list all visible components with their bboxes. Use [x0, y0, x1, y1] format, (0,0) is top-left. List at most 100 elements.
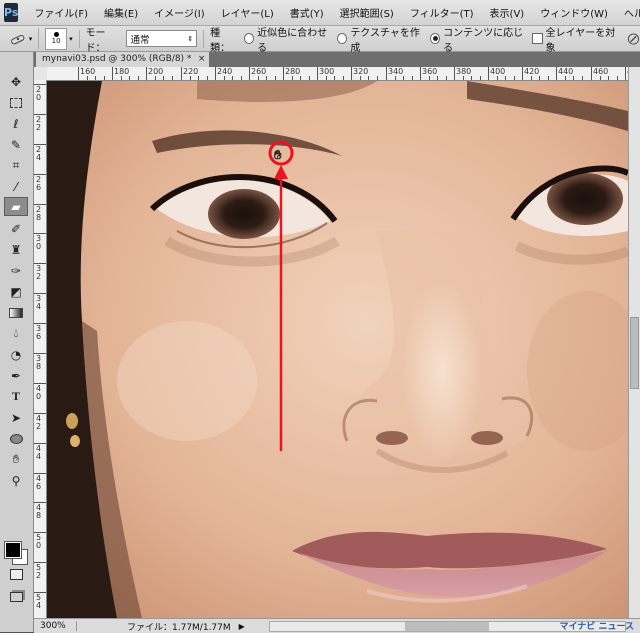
menu-filter[interactable]: フィルター(T) [402, 5, 482, 20]
vertical-scrollbar[interactable] [628, 67, 640, 618]
blur-tool[interactable]: 💧︎ [4, 324, 28, 343]
eraser-tool[interactable]: ◩ [4, 282, 28, 301]
ruler-minor-tick [395, 76, 396, 80]
screen-mode-button[interactable] [4, 590, 28, 604]
ruler-label: 300 [319, 67, 335, 76]
ruler-label: 200 [148, 67, 164, 76]
ellipse-tool[interactable] [4, 429, 28, 448]
blur-icon: 💧︎ [13, 326, 19, 340]
ruler-tick [556, 67, 557, 80]
horizontal-ruler[interactable]: 160 180 200 220 240 260 280 300 320 340 360 380 400 4… [47, 67, 628, 81]
ruler-label: 260 [251, 67, 267, 76]
move-tool[interactable]: ✥ [4, 72, 28, 91]
screen-mode-icon [9, 592, 23, 602]
brush-size-picker[interactable]: 10 ▾ [45, 27, 73, 50]
menu-select[interactable]: 選択範囲(S) [332, 5, 402, 20]
clone-stamp-tool[interactable]: ♜ [4, 240, 28, 259]
ruler-minor-tick [429, 76, 430, 80]
ruler-minor-tick [163, 76, 164, 80]
quick-select-tool[interactable]: ✎ [4, 135, 28, 154]
menu-file[interactable]: ファイル(F) [26, 5, 96, 20]
radio-content-aware[interactable] [429, 33, 441, 44]
quick-mask-icon [9, 568, 23, 580]
menu-view[interactable]: 表示(V) [482, 5, 533, 20]
crop-tool[interactable]: ⌗ [4, 156, 28, 175]
scrollbar-thumb[interactable] [405, 622, 489, 631]
radio-create-texture[interactable] [337, 33, 348, 44]
quick-mask-button[interactable] [4, 567, 28, 581]
foreground-color-swatch[interactable] [4, 541, 22, 559]
scrollbar-thumb[interactable] [630, 317, 639, 389]
tool-preset-picker[interactable]: ▾ [3, 28, 40, 49]
ruler-label: 5 2 [36, 563, 42, 580]
sample-all-layers-checkbox[interactable] [532, 33, 543, 44]
ruler-tick [625, 67, 626, 80]
toolbox: ✥ ℓ ✎ ⌗ ⁄ ▰ ✐ ♜ ✑ ◩ 💧︎ ◔ ✒ T ➤ ✋︎ ⚲ [0, 52, 34, 632]
ruler-origin[interactable] [34, 67, 48, 81]
mode-select[interactable]: 通常 ⇕ [126, 30, 198, 47]
spot-healing-brush-tool[interactable]: ▰ [4, 197, 28, 216]
menu-window[interactable]: ウィンドウ(W) [532, 5, 616, 20]
ruler-minor-tick [224, 76, 225, 80]
ruler-tick [283, 67, 284, 80]
document-tab[interactable]: mynavi03.psd @ 300% (RGB/8) * × [36, 52, 210, 67]
dodge-tool[interactable]: ◔ [4, 345, 28, 364]
radio-proximity-match[interactable] [243, 33, 255, 44]
marquee-tool[interactable] [4, 93, 28, 112]
ruler-minor-tick [531, 76, 532, 80]
ruler-minor-tick [104, 76, 105, 80]
ruler-tick [181, 67, 182, 80]
document-canvas[interactable]: ✋︎ [47, 81, 628, 618]
ruler-minor-tick [326, 76, 327, 80]
ruler-tick [591, 67, 592, 80]
ruler-tick [386, 67, 387, 80]
gradient-tool[interactable] [4, 303, 28, 322]
menu-bar: Ps ファイル(F) 編集(E) イメージ(I) レイヤー(L) 書式(Y) 選… [0, 0, 640, 26]
chevron-updown-icon: ⇕ [187, 34, 194, 43]
pressure-icon[interactable] [627, 32, 640, 46]
ruler-minor-tick [412, 76, 413, 80]
document-title: mynavi03.psd @ 300% (RGB/8) * [42, 54, 192, 64]
lasso-tool[interactable]: ℓ [4, 114, 28, 133]
ruler-tick [317, 67, 318, 80]
ruler-minor-tick [198, 76, 199, 80]
history-brush-tool[interactable]: ✑ [4, 261, 28, 280]
ruler-minor-tick [138, 76, 139, 80]
menu-type[interactable]: 書式(Y) [282, 5, 332, 20]
menu-layer[interactable]: レイヤー(L) [213, 5, 282, 20]
menu-edit[interactable]: 編集(E) [96, 5, 146, 20]
ruler-minor-tick [505, 76, 506, 80]
move-icon: ✥ [10, 74, 22, 89]
ruler-minor-tick [480, 76, 481, 80]
zoom-level[interactable]: 300% [34, 621, 77, 631]
ruler-minor-tick [241, 76, 242, 80]
ruler-minor-tick [497, 76, 498, 80]
eyedropper-tool[interactable]: ⁄ [4, 177, 28, 196]
ruler-label: 4 2 [36, 414, 42, 431]
ruler-minor-tick [573, 76, 574, 80]
lasso-icon: ℓ [13, 116, 19, 131]
menu-image[interactable]: イメージ(I) [146, 5, 213, 20]
radio-proximity-label: 近似色に合わせる [257, 27, 328, 54]
ruler-minor-tick [266, 76, 267, 80]
ruler-label: 3 4 [36, 294, 42, 311]
divider [203, 29, 205, 48]
ruler-label: 280 [285, 67, 301, 76]
hand-cursor-icon: ✋︎ [274, 148, 282, 163]
pen-tool[interactable]: ✒ [4, 366, 28, 385]
hand-tool[interactable]: ✋︎ [4, 450, 28, 469]
ruler-label: 380 [456, 67, 472, 76]
path-select-tool[interactable]: ➤ [4, 408, 28, 427]
brush-tool[interactable]: ✐ [4, 219, 28, 238]
status-menu-arrow-icon[interactable]: ▶ [239, 622, 245, 631]
ruler-minor-tick [87, 76, 88, 80]
type-tool[interactable]: T [4, 387, 28, 406]
zoom-tool[interactable]: ⚲ [4, 471, 28, 490]
vertical-ruler[interactable]: 2 0 2 2 2 4 2 6 2 8 3 0 3 2 3 4 3 6 3 8 4 0 4 2 4 4 4… [34, 80, 47, 618]
type-icon: T [11, 389, 20, 403]
close-icon[interactable]: × [198, 52, 206, 67]
brush-icon: ✐ [10, 221, 22, 236]
ruler-label: 3 2 [36, 264, 42, 281]
menu-help[interactable]: ヘルプ(H) [616, 5, 640, 20]
ruler-tick [420, 67, 421, 80]
